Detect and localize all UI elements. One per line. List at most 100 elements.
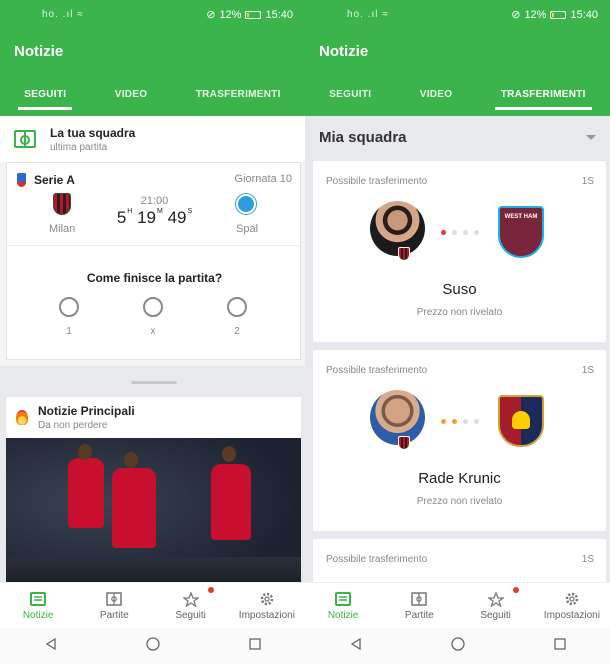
progress-dot [463,419,468,424]
radio-button[interactable] [59,297,79,317]
transfer-card[interactable]: Possibile trasferimento 1S [313,539,606,582]
tab-video[interactable]: VIDEO [412,75,461,114]
nav-label: Notizie [327,610,359,621]
battery-percent: 12% [524,8,547,21]
team-dropdown[interactable]: Mia squadra [305,116,610,158]
app-title: Notizie [0,30,305,72]
nav-label: Partite [99,610,129,621]
player-name: Rade Krunic [418,470,501,487]
tab-video[interactable]: VIDEO [107,75,156,114]
home-icon[interactable] [145,636,160,656]
transfer-progress [441,419,479,424]
league-label: Serie A [17,173,75,187]
transfer-label: Possibile trasferimento [326,176,428,187]
news-title: Notizie Principali [38,404,135,418]
player-head [124,452,138,468]
notification-dot [207,587,214,593]
player-figure [211,464,251,540]
transfer-time: 1S [581,176,594,187]
nav-partite[interactable]: Partite [381,583,457,628]
radio-button[interactable] [227,297,247,317]
progress-dot [441,419,446,424]
nav-notizie[interactable]: Notizie [0,583,76,628]
transfer-card[interactable]: Possibile trasferimento 1S Rade Krunic P… [313,350,606,531]
team-subtitle: ultima partita [50,141,108,153]
progress-dot [474,230,479,235]
news-header: Notizie Principali Da non perdere [6,397,301,438]
feed[interactable]: La tua squadra ultima partita Serie A Gi… [0,116,305,582]
nav-label: Seguiti [480,610,511,621]
round-label: Giornata 10 [234,173,292,185]
home-icon[interactable] [450,636,465,656]
transfer-price: Prezzo non rivelato [416,307,503,318]
tab-trasferimenti[interactable]: TRASFERIMENTI [188,75,289,114]
player-head [222,446,236,462]
prediction-option-2[interactable]: 2 [217,297,257,337]
back-icon[interactable] [350,637,362,655]
nav-label: Partite [404,610,434,621]
clock: 15:40 [265,8,293,21]
tab-seguiti[interactable]: SEGUITI [16,75,74,114]
progress-dot [452,419,457,424]
progress-dot [474,419,479,424]
option-label: x [150,326,156,337]
recents-icon[interactable] [553,637,566,655]
news-card[interactable]: Notizie Principali Da non perdere [6,397,301,582]
battery-icon [245,10,262,19]
tab-trasferimenti[interactable]: TRASFERIMENTI [493,75,594,114]
divider [7,245,302,246]
recents-icon[interactable] [248,637,261,655]
progress-dot [463,230,468,235]
transfer-card[interactable]: Possibile trasferimento 1S Suso Prezzo n… [313,161,606,342]
match-card[interactable]: Serie A Giornata 10 Milan Spal 21:00 5H … [6,162,302,360]
app-title: Notizie [305,30,610,72]
newspaper-icon [305,591,381,607]
battery-percent: 12% [219,8,242,21]
signal-indicator: ho. .ıl ≈ [42,9,84,20]
nav-label: Impostazioni [238,610,295,621]
radio-button[interactable] [143,297,163,317]
prediction-option-1[interactable]: 1 [49,297,89,337]
team-header[interactable]: La tua squadra ultima partita [0,116,305,162]
milan-crest-icon [398,247,410,261]
nav-impostazioni[interactable]: Impostazioni [534,583,610,628]
pitch-icon [76,591,152,607]
nav-impostazioni[interactable]: Impostazioni [229,583,305,628]
gear-icon [534,591,610,607]
back-icon[interactable] [45,637,57,655]
newspaper-icon [0,591,76,607]
mute-icon: ⊘ [206,9,216,21]
tab-seguiti[interactable]: SEGUITI [321,75,379,114]
team-section: La tua squadra ultima partita Serie A Gi… [0,116,305,366]
tab-bar: SEGUITI VIDEO TRASFERIMENTI [0,72,305,116]
pitch-icon [381,591,457,607]
nav-seguiti[interactable]: Seguiti [153,583,229,628]
left-phone-screen: ho. .ıl ≈ ⊘ 12% 15:40 Notizie SEGUITI VI… [0,0,305,664]
news-photo[interactable] [6,438,301,582]
chevron-down-icon [586,134,596,140]
option-label: 1 [66,326,72,337]
player-name: Suso [442,281,477,298]
status-bar: ho. .ıl ≈ ⊘ 12% 15:40 [0,0,305,30]
prediction-option-x[interactable]: x [133,297,173,337]
prediction-question: Come finisce la partita? [86,271,223,285]
league-name: Serie A [34,173,75,187]
crowd-background [6,557,301,582]
transfers-feed[interactable]: Mia squadra Possibile trasferimento 1S S… [305,116,610,582]
fire-icon [16,410,28,425]
transfer-progress [441,230,479,235]
genoa-crest-icon [498,395,544,447]
nav-partite[interactable]: Partite [76,583,152,628]
player-figure [112,468,156,548]
dropdown-value: Mia squadra [319,128,407,146]
nav-notizie[interactable]: Notizie [305,583,381,628]
system-navigation [305,628,610,664]
player-figure [68,458,104,528]
signal-indicator: ho. .ıl ≈ [347,9,389,20]
tab-bar: SEGUITI VIDEO TRASFERIMENTI [305,72,610,116]
progress-dot [452,230,457,235]
nav-seguiti[interactable]: Seguiti [458,583,534,628]
milan-crest-icon [398,436,410,450]
player-head [78,444,92,460]
nav-label: Seguiti [175,610,206,621]
